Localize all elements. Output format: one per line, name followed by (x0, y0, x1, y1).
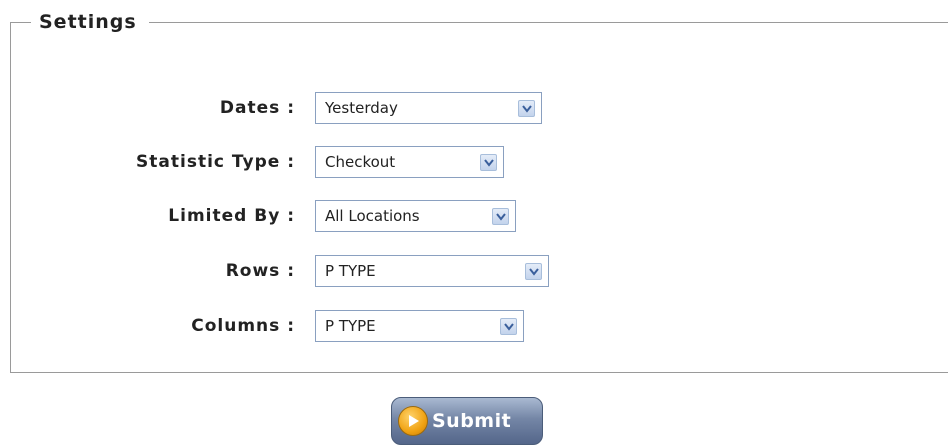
statistic-type-select-value: Checkout (325, 153, 396, 171)
rows-label: Rows : (225, 261, 295, 281)
dates-label: Dates : (219, 98, 295, 118)
dates-select-value: Yesterday (325, 99, 398, 117)
chevron-down-icon[interactable] (492, 208, 509, 225)
statistic-type-select[interactable]: Checkout (315, 146, 504, 178)
chevron-down-icon[interactable] (480, 154, 497, 171)
rows-select-value: P TYPE (325, 262, 376, 280)
chevron-down-icon[interactable] (518, 100, 535, 117)
dates-row: Dates : (0, 92, 295, 124)
limited-by-select-value: All Locations (325, 207, 420, 225)
settings-legend: Settings (31, 8, 149, 36)
rows-select[interactable]: P TYPE (315, 255, 549, 287)
statistic-type-row: Statistic Type : (0, 146, 295, 178)
rows-row: Rows : (0, 255, 295, 287)
columns-select-value: P TYPE (325, 317, 376, 335)
submit-label: Submit (432, 410, 512, 432)
chevron-down-icon[interactable] (500, 318, 517, 335)
statistic-type-label: Statistic Type : (136, 152, 295, 172)
submit-button[interactable]: Submit (391, 397, 543, 445)
columns-label: Columns : (191, 316, 295, 336)
dates-select[interactable]: Yesterday (315, 92, 542, 124)
limited-by-select[interactable]: All Locations (315, 200, 516, 232)
limited-by-label: Limited By : (168, 206, 295, 226)
columns-row: Columns : (0, 310, 295, 342)
columns-select[interactable]: P TYPE (315, 310, 524, 342)
limited-by-row: Limited By : (0, 200, 295, 232)
play-circle-icon (398, 406, 428, 436)
chevron-down-icon[interactable] (525, 263, 542, 280)
